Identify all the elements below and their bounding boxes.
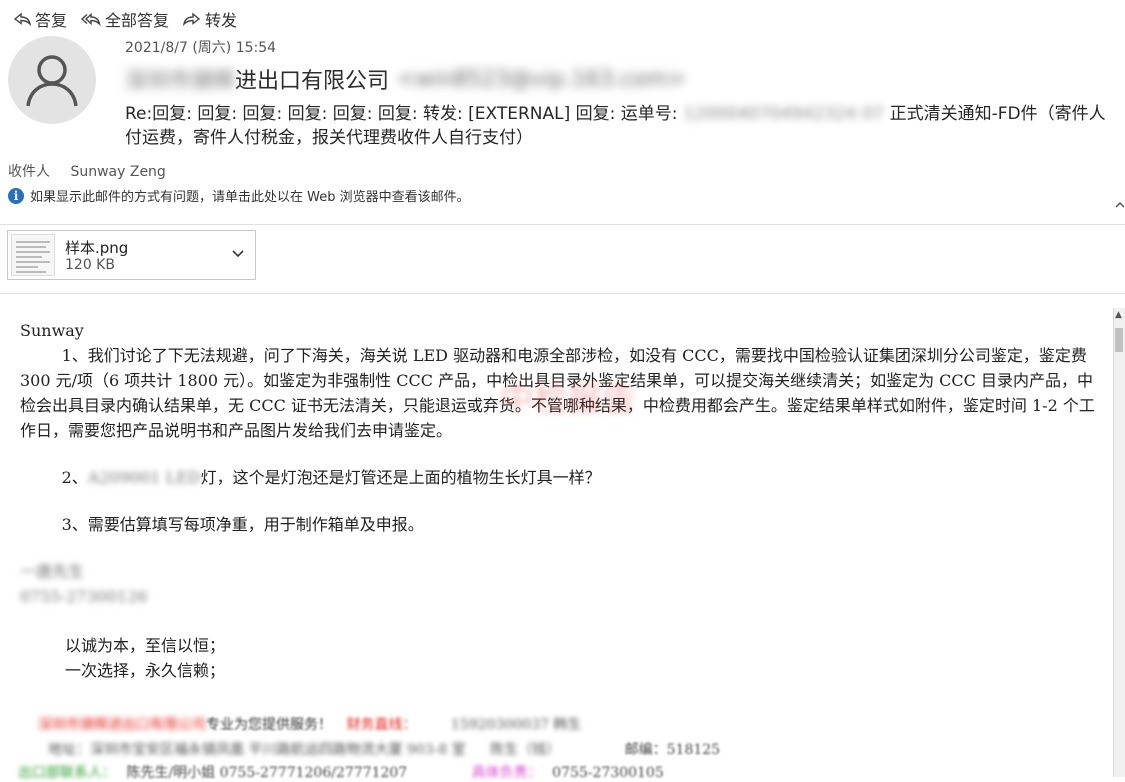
sender-company: 进出口有限公司 — [235, 69, 390, 94]
footer-service: 专业为您提供服务！ — [206, 717, 332, 733]
reply-all-button[interactable]: 全部答复 — [80, 8, 169, 30]
footer-zip: 邮编：518125 — [624, 742, 721, 758]
reply-all-label: 全部答复 — [105, 11, 170, 30]
sender-company-blurred: 深圳市骐辉 — [125, 69, 236, 94]
footer-contact-name: 陈生（钱） — [490, 742, 561, 758]
p2-prefix: 2、 — [61, 468, 88, 487]
attachment-thumbnail — [11, 234, 55, 276]
info-bar[interactable]: i 如果显示此邮件的方式有问题，请单击此处以在 Web 浏览器中查看该邮件。 — [8, 186, 470, 205]
footer-finance-label: 财务直线： — [346, 717, 417, 733]
reply-icon — [13, 12, 32, 27]
footer-line-1: 深圳市骐辉进出口有限公司专业为您提供服务！ 财务直线： 15920300037 … — [38, 714, 581, 734]
recipient-row: 收件人 Sunway Zeng — [8, 161, 166, 181]
footer-finance-number: 15920300037 韩生 — [450, 717, 582, 733]
p2-suffix: 灯，这个是灯泡还是灯管还是上面的植物生长灯具一样？ — [200, 468, 601, 487]
footer-company: 深圳市骐辉进出口有限公司 — [38, 717, 206, 733]
sender-avatar[interactable] — [8, 36, 96, 124]
body-divider — [0, 293, 1125, 294]
paragraph-3: 3、需要估算填写每项净重，用于制作箱单及申报。 — [61, 515, 424, 534]
info-text: 如果显示此邮件的方式有问题，请单击此处以在 Web 浏览器中查看该邮件。 — [30, 190, 470, 205]
forward-icon — [182, 12, 201, 27]
reply-all-icon — [80, 12, 101, 27]
footer-line-3: 出口部联系人： 陈先生/明小姐 0755-27771206/27771207 具… — [18, 762, 664, 782]
attachment-size: 120 KB — [65, 257, 115, 273]
paragraph-2: 2、A209001 LED灯，这个是灯泡还是灯管还是上面的植物生长灯具一样？ — [20, 465, 1100, 490]
forward-label: 转发 — [205, 11, 238, 30]
signature-name: 一唐先生 — [20, 562, 85, 581]
scroll-thumb[interactable] — [1115, 328, 1123, 352]
scroll-up-icon[interactable]: ▲ — [1115, 310, 1122, 320]
chevron-down-icon[interactable] — [231, 246, 245, 260]
p2-model-blurred: A209001 LED — [87, 468, 201, 487]
email-subject: Re:回复: 回复: 回复: 回复: 回复: 回复: 转发: [EXTERNAL… — [125, 102, 1115, 150]
watermark: 中检报告 — [500, 380, 636, 420]
motto-1: 以诚为本，至信以恒； — [65, 636, 226, 655]
reply-button[interactable]: 答复 — [12, 8, 67, 30]
footer-responsible-label: 具体负责： — [471, 765, 542, 781]
greeting: Sunway — [20, 321, 84, 340]
footer-responsible-number: 0755-27300105 — [552, 765, 664, 781]
info-icon: i — [8, 187, 24, 204]
signature-phone: 0755-27300126 — [20, 587, 148, 606]
scrollbar[interactable]: ▲ — [1113, 308, 1125, 777]
footer-line-2: 地址：深圳市宝安区福永镇凤凰 平川路航运四路物流大厦 903-8 室 陈生（钱）… — [48, 739, 720, 759]
motto-2: 一次选择，永久信赖； — [65, 661, 226, 680]
email-datetime: 2021/8/7 (周六) 15:54 — [125, 40, 277, 56]
recipient-label: 收件人 — [8, 164, 50, 180]
attachment-name: 样本.png — [65, 239, 129, 257]
subject-prefix: Re:回复: 回复: 回复: 回复: 回复: 回复: 转发: [EXTERNAL… — [125, 104, 678, 124]
footer-address: 地址：深圳市宝安区福永镇凤凰 平川路航运四路物流大厦 903-8 室 — [48, 742, 466, 758]
forward-button[interactable]: 转发 — [182, 8, 237, 30]
reply-label: 答复 — [35, 11, 68, 30]
recipient-name[interactable]: Sunway Zeng — [70, 164, 165, 180]
subject-waybill-number: 1200040704942324 07 — [683, 104, 884, 124]
sender-email: <win8523@vip.163.com> — [397, 66, 686, 92]
header-divider — [0, 224, 1125, 225]
footer-export-contact: 陈先生/明小姐 0755-27771206/27771207 — [126, 765, 408, 781]
collapse-header-icon[interactable] — [1115, 200, 1125, 210]
person-icon — [26, 55, 78, 107]
attachment-card[interactable]: 样本.png 120 KB — [7, 230, 256, 280]
sender[interactable]: 深圳市骐辉 进出口有限公司 <win8523@vip.163.com> — [125, 63, 686, 95]
footer-export-label: 出口部联系人： — [18, 765, 116, 781]
